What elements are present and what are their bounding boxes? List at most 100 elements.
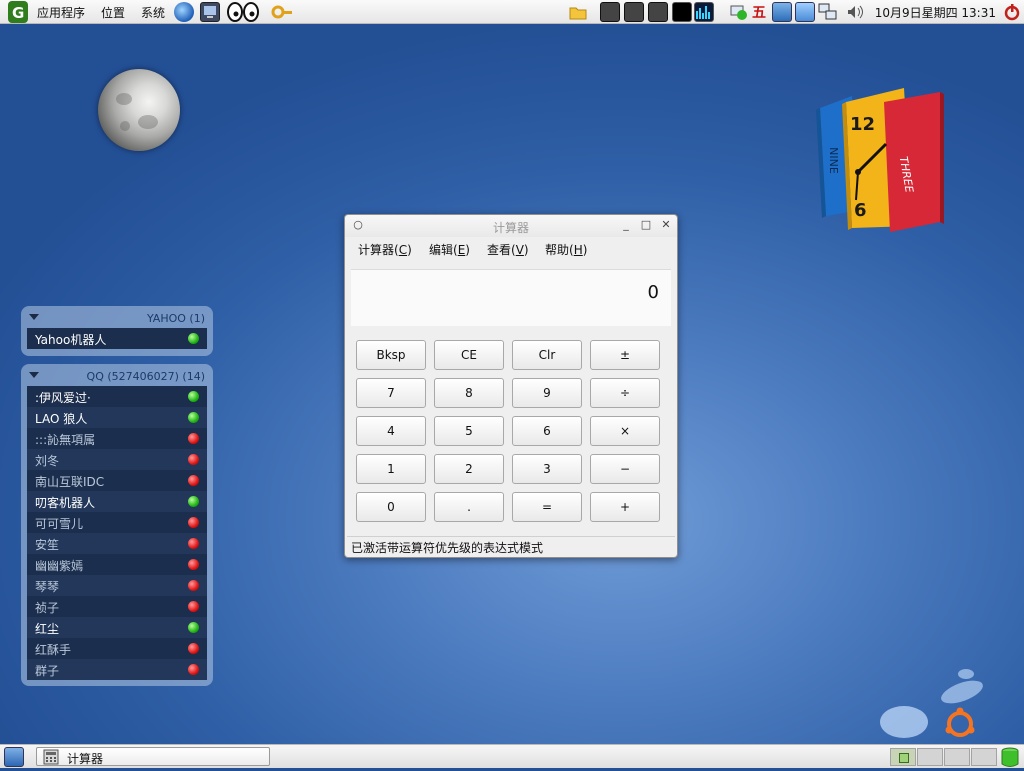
menu-applications[interactable]: 应用程序 bbox=[37, 4, 85, 21]
close-icon[interactable]: ✕ bbox=[659, 218, 673, 232]
divide-button[interactable]: ÷ bbox=[590, 378, 660, 408]
contact-name: 叨客机器人 bbox=[35, 496, 96, 510]
equals-button[interactable]: = bbox=[512, 492, 582, 522]
contact-row[interactable]: 刘冬 bbox=[27, 449, 207, 470]
book-clock-twelve: 12 bbox=[850, 114, 876, 135]
contact-row[interactable]: 琴琴 bbox=[27, 575, 207, 596]
menu-system[interactable]: 系统 bbox=[141, 4, 165, 21]
eyes-applet-icon[interactable] bbox=[227, 2, 259, 22]
clear-all-button[interactable]: Clr bbox=[512, 340, 582, 370]
contact-name: :伊风爱过· bbox=[35, 391, 91, 405]
workspace-3[interactable] bbox=[944, 748, 970, 766]
contact-row[interactable]: :伊风爱过· bbox=[27, 386, 207, 407]
offline-status-icon bbox=[188, 433, 199, 444]
photo-icon[interactable] bbox=[795, 2, 815, 22]
multiply-button[interactable]: × bbox=[590, 416, 660, 446]
input-method-indicator[interactable]: 五 bbox=[752, 2, 772, 22]
digit-9-button[interactable]: 9 bbox=[512, 378, 582, 408]
contact-row[interactable]: LAO 狼人 bbox=[27, 407, 207, 428]
qq-panel-header[interactable]: QQ (527406027) (14) bbox=[21, 364, 213, 386]
workspace-1[interactable] bbox=[890, 748, 916, 766]
display-value: 0 bbox=[647, 282, 659, 303]
contact-row[interactable]: 群子 bbox=[27, 659, 207, 680]
collapse-arrow-icon[interactable] bbox=[29, 372, 39, 378]
decimal-point-button[interactable]: . bbox=[434, 492, 504, 522]
contact-name: 红尘 bbox=[35, 622, 60, 636]
minimize-icon[interactable]: _ bbox=[619, 218, 633, 232]
offline-status-icon bbox=[188, 601, 199, 612]
add-button[interactable]: + bbox=[590, 492, 660, 522]
yahoo-panel-header[interactable]: YAHOO (1) bbox=[21, 306, 213, 328]
volume-icon[interactable] bbox=[845, 2, 865, 22]
workspace-2[interactable] bbox=[917, 748, 943, 766]
contact-row[interactable]: 幽幽紫嫣 bbox=[27, 554, 207, 575]
contact-row[interactable]: 红尘 bbox=[27, 617, 207, 638]
yahoo-panel-title: YAHOO (1) bbox=[146, 312, 205, 325]
menu-calculator[interactable]: 计算器(C) bbox=[358, 241, 412, 258]
moon-widget bbox=[98, 69, 180, 151]
show-desktop-icon[interactable] bbox=[4, 747, 24, 767]
status-text: 已激活带运算符优先级的表达式模式 bbox=[351, 541, 544, 555]
contact-row[interactable]: 可可雪儿 bbox=[27, 512, 207, 533]
trash-icon[interactable] bbox=[1000, 746, 1020, 767]
calculator-display[interactable]: 0 bbox=[351, 269, 671, 326]
shutdown-icon[interactable] bbox=[1002, 2, 1022, 22]
contact-name: :::訫無項属 bbox=[35, 433, 96, 447]
contact-name: 祯子 bbox=[35, 601, 60, 615]
contact-row[interactable]: :::訫無項属 bbox=[27, 428, 207, 449]
disk-drive-icon[interactable] bbox=[624, 2, 644, 22]
digit-3-button[interactable]: 3 bbox=[512, 454, 582, 484]
digit-7-button[interactable]: 7 bbox=[356, 378, 426, 408]
digit-0-button[interactable]: 0 bbox=[356, 492, 426, 522]
subtract-button[interactable]: − bbox=[590, 454, 660, 484]
calculator-icon bbox=[43, 749, 59, 765]
cpu-monitor-icon[interactable] bbox=[694, 2, 714, 22]
panel-clock[interactable]: 10月9日星期四 13:31 bbox=[875, 4, 996, 21]
plus-minus-button[interactable]: ± bbox=[590, 340, 660, 370]
online-status-icon bbox=[188, 412, 199, 423]
image-viewer-icon[interactable] bbox=[772, 2, 792, 22]
disk-drive-icon[interactable] bbox=[600, 2, 620, 22]
window-titlebar[interactable]: ○ 计算器 _ □ ✕ bbox=[345, 215, 677, 237]
disk-drive-icon[interactable] bbox=[648, 2, 668, 22]
contact-row[interactable]: 红酥手 bbox=[27, 638, 207, 659]
digit-6-button[interactable]: 6 bbox=[512, 416, 582, 446]
menu-help[interactable]: 帮助(H) bbox=[545, 241, 587, 258]
menu-edit[interactable]: 编辑(E) bbox=[429, 241, 470, 258]
workspace-4[interactable] bbox=[971, 748, 997, 766]
calculator-menubar: 计算器(C) 编辑(E) 查看(V) 帮助(H) bbox=[345, 237, 677, 261]
digit-8-button[interactable]: 8 bbox=[434, 378, 504, 408]
digit-2-button[interactable]: 2 bbox=[434, 454, 504, 484]
offline-status-icon bbox=[188, 517, 199, 528]
network-status-icon[interactable] bbox=[729, 2, 749, 22]
backspace-button[interactable]: Bksp bbox=[356, 340, 426, 370]
menu-view[interactable]: 查看(V) bbox=[487, 241, 529, 258]
taskbar-button-calculator[interactable]: 计算器 bbox=[36, 747, 270, 766]
gnome-foot-icon[interactable]: G bbox=[8, 1, 28, 23]
calculator-statusbar: 已激活带运算符优先级的表达式模式 bbox=[347, 536, 675, 557]
clear-entry-button[interactable]: CE bbox=[434, 340, 504, 370]
digit-4-button[interactable]: 4 bbox=[356, 416, 426, 446]
contact-row[interactable]: 南山互联IDC bbox=[27, 470, 207, 491]
digit-1-button[interactable]: 1 bbox=[356, 454, 426, 484]
offline-status-icon bbox=[188, 454, 199, 465]
contact-name: 刘冬 bbox=[35, 454, 60, 468]
menu-places[interactable]: 位置 bbox=[101, 4, 125, 21]
ubuntu-water-logo bbox=[878, 664, 990, 740]
collapse-arrow-icon[interactable] bbox=[29, 314, 39, 320]
contact-row[interactable]: 祯子 bbox=[27, 596, 207, 617]
digit-5-button[interactable]: 5 bbox=[434, 416, 504, 446]
contact-row[interactable]: Yahoo机器人 bbox=[27, 328, 207, 349]
browser-launcher-icon[interactable] bbox=[174, 2, 194, 22]
network-connection-icon[interactable] bbox=[818, 2, 838, 22]
system-monitor-launcher-icon[interactable] bbox=[200, 2, 220, 22]
key-launcher-icon[interactable] bbox=[271, 2, 295, 22]
maximize-icon[interactable]: □ bbox=[639, 218, 653, 232]
contact-name: 群子 bbox=[35, 664, 60, 678]
offline-status-icon bbox=[188, 559, 199, 570]
contact-row[interactable]: 叨客机器人 bbox=[27, 491, 207, 512]
folder-icon[interactable] bbox=[568, 2, 588, 22]
yahoo-contact-panel: YAHOO (1) Yahoo机器人 bbox=[21, 306, 213, 356]
terminal-icon[interactable] bbox=[672, 2, 692, 22]
contact-row[interactable]: 安笙 bbox=[27, 533, 207, 554]
